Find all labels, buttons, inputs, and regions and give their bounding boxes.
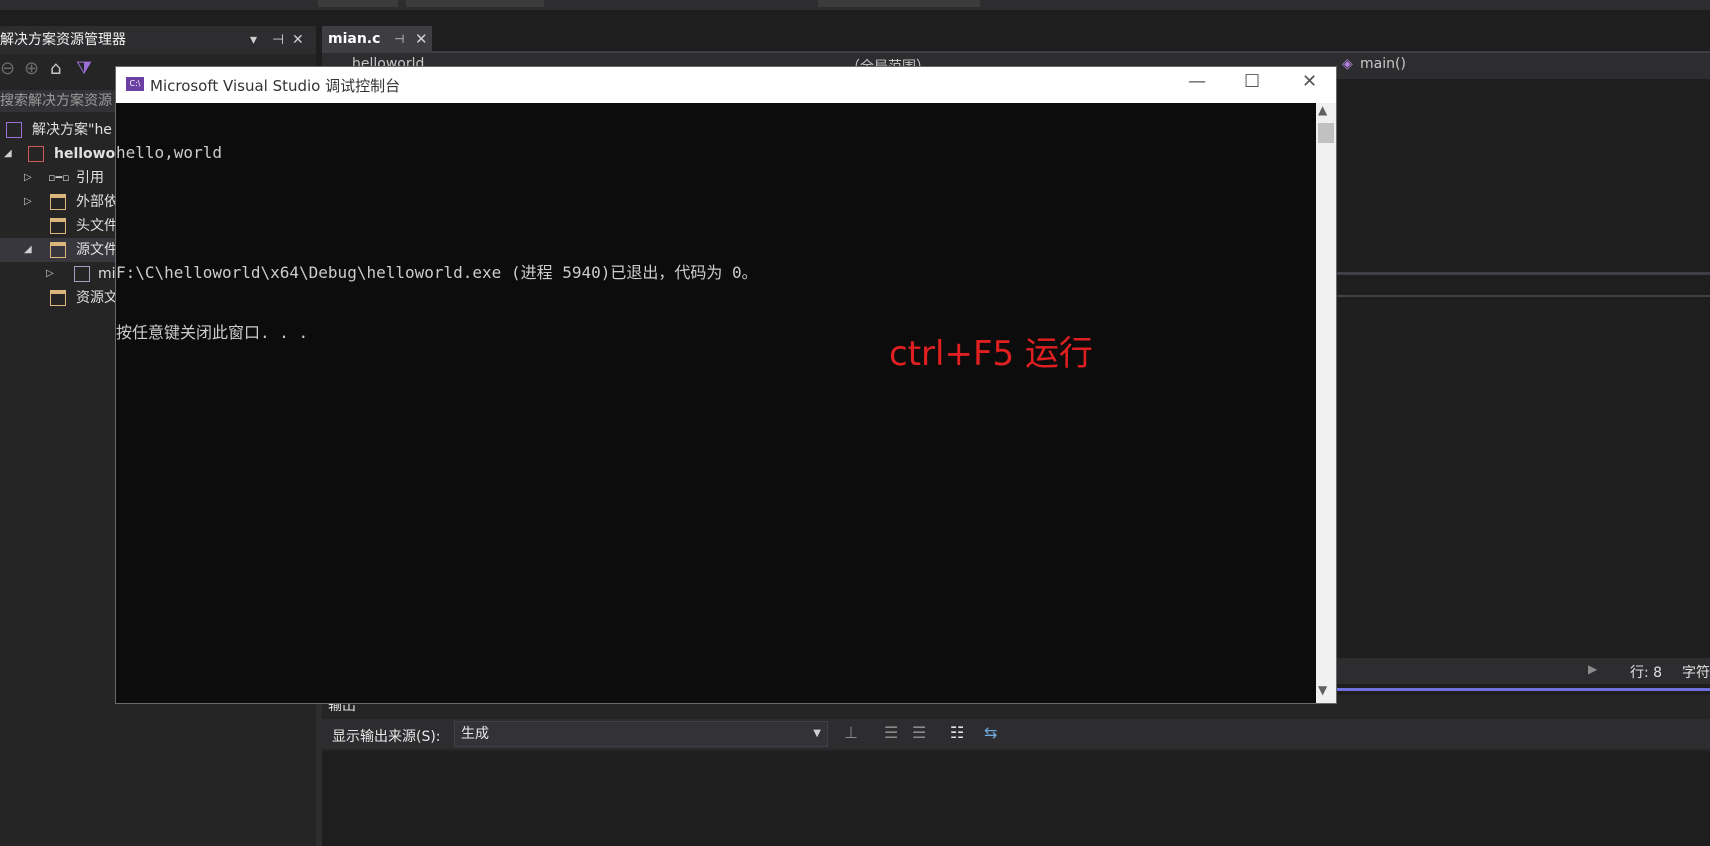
previous-message-icon[interactable]: ☰ <box>884 723 898 742</box>
editor-status-strip: ▶ 行: 8 字符 <box>1336 658 1710 684</box>
tree-item-label: 解决方案"he <box>32 122 112 138</box>
output-text-area[interactable] <box>322 751 1710 846</box>
output-panel: 输出 显示输出来源(S): 生成 ▼ ⊥ ☰ ☰ ☷ ⇆ <box>322 695 1710 846</box>
annotation-text: ctrl+F5 运行 <box>889 334 1093 374</box>
char-indicator: 字符 <box>1682 665 1710 681</box>
open-filter-folder-icon <box>50 242 66 258</box>
console-title-bar[interactable]: C:\ Microsoft Visual Studio 调试控制台 — ☐ ✕ <box>116 67 1336 103</box>
pin-icon[interactable]: ⊣ <box>272 26 284 54</box>
nav-function-dropdown[interactable]: main() <box>1360 56 1406 72</box>
maximize-icon[interactable]: ☐ <box>1244 71 1260 92</box>
console-output[interactable]: hello,world F:\C\helloworld\x64\Debug\he… <box>116 103 1316 703</box>
output-source-value: 生成 <box>461 726 489 742</box>
chevron-down-icon: ▼ <box>813 728 821 739</box>
cpp-project-icon <box>28 146 44 162</box>
console-title: Microsoft Visual Studio 调试控制台 <box>150 77 401 95</box>
line-indicator: 行: 8 <box>1630 665 1663 681</box>
find-message-icon[interactable]: ⊥ <box>844 723 858 742</box>
solution-explorer-title-bar: 解决方案资源管理器 ▾ ⊣ ✕ <box>0 26 316 54</box>
console-line: F:\C\helloworld\x64\Debug\helloworld.exe… <box>116 263 758 282</box>
tree-item-label: 引用 <box>76 170 104 186</box>
status-accent-line <box>1336 688 1710 691</box>
console-line: hello,world <box>116 143 222 162</box>
document-tab-strip: mian.c ⊣ ✕ <box>316 26 1710 52</box>
expanded-arrow-icon[interactable]: ◢ <box>24 238 32 262</box>
console-app-icon: C:\ <box>126 77 144 91</box>
output-source-select[interactable]: 生成 ▼ <box>454 721 828 747</box>
platform-dropdown[interactable] <box>406 0 544 7</box>
console-scrollbar[interactable]: ▲ ▼ <box>1316 103 1336 703</box>
scroll-right-icon[interactable]: ▶ <box>1588 662 1597 676</box>
forward-icon[interactable]: ⊕ <box>24 58 39 80</box>
minimize-icon[interactable]: — <box>1188 71 1206 92</box>
window-position-dropdown-icon[interactable]: ▾ <box>250 26 257 54</box>
tree-item-label: 资源文 <box>76 290 118 306</box>
editor-splitter[interactable] <box>1336 295 1710 297</box>
references-icon: ▫━▫ <box>48 171 70 184</box>
home-icon[interactable]: ⌂ <box>50 58 61 80</box>
scroll-down-icon[interactable]: ▼ <box>1318 683 1327 697</box>
tab-label: mian.c <box>328 31 381 47</box>
tree-item-label: hellowo <box>54 146 116 162</box>
c-file-icon <box>74 266 90 282</box>
close-icon[interactable]: ✕ <box>1302 71 1317 92</box>
word-wrap-icon[interactable]: ⇆ <box>984 723 997 742</box>
scroll-up-icon[interactable]: ▲ <box>1318 103 1327 117</box>
tree-item-label: mi <box>98 266 116 282</box>
main-toolbar <box>0 0 1710 10</box>
collapsed-arrow-icon[interactable]: ▷ <box>24 190 32 214</box>
vs-switch-view-icon[interactable]: ⧩ <box>76 58 92 80</box>
solution-explorer-title: 解决方案资源管理器 <box>0 32 126 48</box>
output-source-label: 显示输出来源(S): <box>332 729 441 745</box>
tab-mian-c[interactable]: mian.c ⊣ ✕ <box>322 26 432 52</box>
close-icon[interactable]: ✕ <box>292 26 304 54</box>
collapsed-arrow-icon[interactable]: ▷ <box>46 262 54 286</box>
function-cube-icon: ◈ <box>1342 56 1353 72</box>
expanded-arrow-icon[interactable]: ◢ <box>4 142 12 166</box>
collapsed-arrow-icon[interactable]: ▷ <box>24 166 32 190</box>
filter-folder-icon <box>50 218 66 234</box>
pin-tab-icon[interactable]: ⊣ <box>394 26 404 52</box>
tree-item-label: 源文件 <box>76 242 118 258</box>
tree-item-label: 外部依 <box>76 194 118 210</box>
tree-item-label: 头文件 <box>76 218 118 234</box>
editor-splitter[interactable] <box>1336 272 1710 275</box>
output-toolbar: 显示输出来源(S): 生成 ▼ ⊥ ☰ ☰ ☷ ⇆ <box>322 719 1710 749</box>
solution-icon <box>6 122 22 138</box>
console-line: 按任意键关闭此窗口. . . <box>116 323 309 342</box>
config-dropdown[interactable] <box>318 0 398 7</box>
close-tab-icon[interactable]: ✕ <box>415 26 428 52</box>
folder-icon <box>50 194 66 210</box>
clear-all-icon[interactable]: ☷ <box>950 723 964 742</box>
debug-console-window[interactable]: C:\ Microsoft Visual Studio 调试控制台 — ☐ ✕ … <box>115 66 1337 704</box>
debug-target-dropdown[interactable] <box>818 0 980 7</box>
scroll-thumb[interactable] <box>1318 123 1334 143</box>
back-icon[interactable]: ⊖ <box>0 58 15 80</box>
next-message-icon[interactable]: ☰ <box>912 723 926 742</box>
filter-folder-icon <box>50 290 66 306</box>
